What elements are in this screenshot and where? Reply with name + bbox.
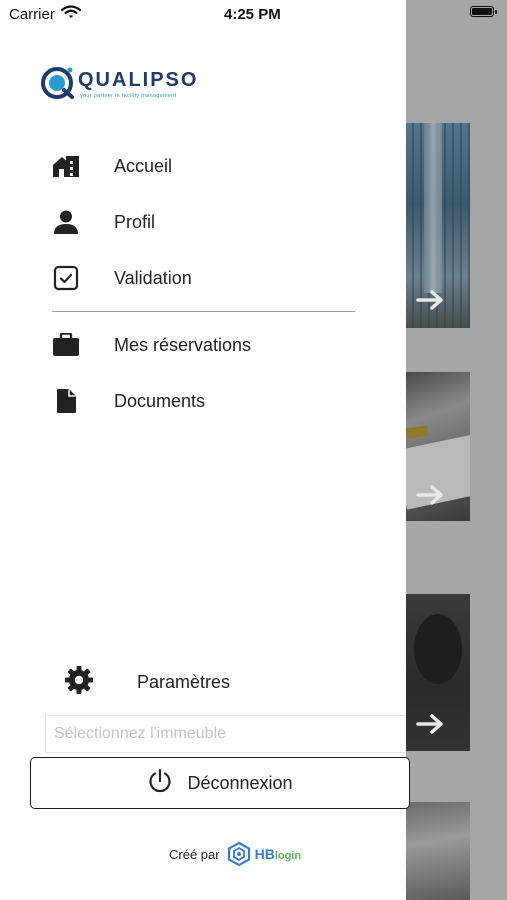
background-card-1[interactable] <box>406 123 470 328</box>
background-card-4[interactable] <box>406 802 470 900</box>
logo-tagline: your partner in facility management <box>80 93 177 99</box>
logout-label: Déconnexion <box>187 772 293 793</box>
menu-item-profil[interactable]: Profil <box>52 204 372 240</box>
document-icon <box>52 387 80 415</box>
menu-item-label: Documents <box>114 390 206 411</box>
menu-item-documents[interactable]: Documents <box>52 383 372 419</box>
hblogin-hexagon-icon <box>227 842 250 866</box>
credit-footer: Créé par HBlogin <box>169 841 301 867</box>
background-card-2[interactable] <box>406 372 470 521</box>
logo-wordmark: QUALIPSO <box>78 69 199 91</box>
menu-item-label: Profil <box>114 211 156 232</box>
gear-icon <box>64 665 94 700</box>
menu-item-validation[interactable]: Validation <box>52 260 372 296</box>
power-icon <box>147 768 173 799</box>
qualipso-logo: QUALIPSO your partner in facility manage… <box>40 64 200 104</box>
wifi-icon <box>60 5 82 23</box>
logout-button[interactable]: Déconnexion <box>30 757 410 809</box>
menu-item-label: Validation <box>114 267 192 288</box>
clock: 4:25 PM <box>224 6 281 23</box>
arrow-right-icon[interactable] <box>416 713 446 735</box>
arrow-right-icon[interactable] <box>416 289 446 311</box>
battery-icon <box>470 6 497 17</box>
arrow-right-icon[interactable] <box>416 484 446 506</box>
dark-image <box>414 614 462 684</box>
menu-item-label: Mes réservations <box>114 334 252 355</box>
settings-label: Paramètres <box>137 671 231 692</box>
credit-label: Créé par <box>169 846 220 862</box>
carrier-label: Carrier <box>9 6 55 23</box>
hblogin-brand-main: HB <box>254 846 275 862</box>
building-select-input[interactable] <box>45 715 406 753</box>
navigation-drawer: Carrier 4:25 PM QUALIPSO your partner in… <box>0 0 410 900</box>
briefcase-icon <box>52 331 80 359</box>
logo-mark-icon <box>41 67 74 99</box>
home-icon <box>52 152 80 180</box>
hblogin-logo[interactable]: HBlogin <box>227 842 302 866</box>
status-bar: Carrier 4:25 PM <box>0 0 406 28</box>
person-icon <box>52 208 80 236</box>
background-card-3[interactable] <box>406 594 470 751</box>
check-box-icon <box>52 264 80 292</box>
hblogin-brand-sub: login <box>274 850 302 862</box>
menu-item-accueil[interactable]: Accueil <box>52 148 372 184</box>
desk-image-detail <box>406 425 429 439</box>
settings-item[interactable]: Paramètres <box>64 664 324 700</box>
building-image <box>424 123 442 293</box>
menu-divider <box>52 311 355 312</box>
menu-item-label: Accueil <box>114 155 173 176</box>
menu-item-mes-reservations[interactable]: Mes réservations <box>52 327 372 363</box>
